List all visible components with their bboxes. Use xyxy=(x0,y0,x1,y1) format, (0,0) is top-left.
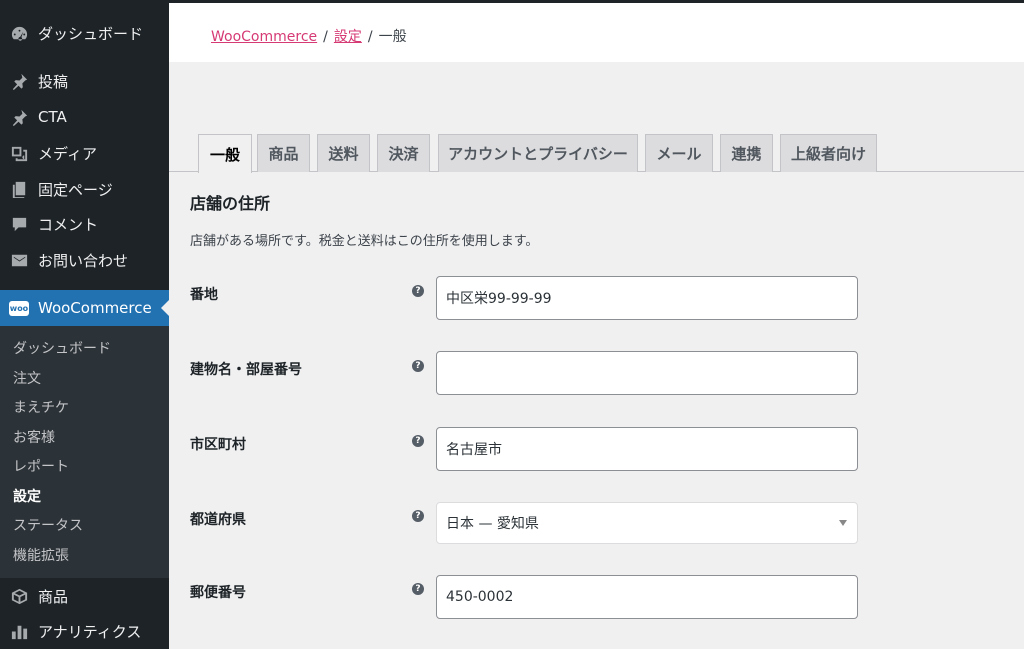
submenu-item-customers[interactable]: お客様 xyxy=(13,427,55,447)
breadcrumb-separator: / xyxy=(323,29,328,45)
section-description: 店舗がある場所です。税金と送料はこの住所を使用します。 xyxy=(190,234,539,249)
submenu-item-dashboard[interactable]: ダッシュボード xyxy=(13,338,111,358)
submenu-item-extensions[interactable]: 機能拡張 xyxy=(13,545,69,565)
menu-item-label: 投稿 xyxy=(38,72,69,91)
page-icon xyxy=(9,179,29,199)
menu-item-posts[interactable]: 投稿 xyxy=(0,63,169,99)
help-icon[interactable]: ? xyxy=(412,583,424,595)
menu-item-products[interactable]: 商品 xyxy=(0,578,169,614)
address-1-input[interactable]: 中区栄99-99-99 xyxy=(436,276,858,320)
field-label-postcode: 郵便番号 xyxy=(190,585,246,601)
help-icon[interactable]: ? xyxy=(412,360,424,372)
pin-icon xyxy=(9,71,29,91)
tab-general[interactable]: 一般 xyxy=(198,134,252,173)
address-2-input[interactable] xyxy=(436,351,858,395)
menu-item-contact[interactable]: お問い合わせ xyxy=(0,242,169,278)
breadcrumb: WooCommerce / 設定 / 一般 xyxy=(211,26,407,46)
menu-item-woocommerce[interactable]: woo WooCommerce xyxy=(0,290,169,326)
menu-item-dashboard[interactable]: ダッシュボード xyxy=(0,15,169,51)
tab-advanced[interactable]: 上級者向け xyxy=(780,134,877,172)
section-title: 店舗の住所 xyxy=(190,194,271,213)
submenu-item-status[interactable]: ステータス xyxy=(13,515,83,535)
menu-item-pages[interactable]: 固定ページ xyxy=(0,171,169,207)
help-icon[interactable]: ? xyxy=(412,285,424,297)
pin-icon xyxy=(9,107,29,127)
tab-payments[interactable]: 決済 xyxy=(377,134,430,172)
field-label-city: 市区町村 xyxy=(190,437,246,453)
tab-products[interactable]: 商品 xyxy=(257,134,310,172)
tab-emails[interactable]: メール xyxy=(645,134,713,172)
breadcrumb-settings-link[interactable]: 設定 xyxy=(334,29,362,45)
submenu-item-settings[interactable]: 設定 xyxy=(13,486,41,506)
bar-chart-icon xyxy=(9,621,29,641)
city-input[interactable]: 名古屋市 xyxy=(436,427,858,471)
submenu-item-orders[interactable]: 注文 xyxy=(13,368,41,388)
mail-icon xyxy=(9,250,29,270)
country-state-select[interactable]: 日本 — 愛知県 xyxy=(436,502,858,544)
tab-shipping[interactable]: 送料 xyxy=(317,134,370,172)
menu-item-label: コメント xyxy=(38,215,99,234)
country-state-select-value: 日本 — 愛知県 xyxy=(446,516,539,532)
menu-item-analytics[interactable]: アナリティクス xyxy=(0,613,169,649)
menu-item-cta[interactable]: CTA xyxy=(0,99,169,135)
menu-item-label: WooCommerce xyxy=(38,299,152,317)
breadcrumb-woocommerce-link[interactable]: WooCommerce xyxy=(211,29,317,45)
dashboard-icon xyxy=(9,23,29,43)
submenu-item-maeticket[interactable]: まえチケ xyxy=(13,397,69,417)
woo-icon: woo xyxy=(9,298,29,318)
menu-item-label: アナリティクス xyxy=(38,622,142,641)
menu-item-label: 商品 xyxy=(38,587,69,606)
menu-item-label: お問い合わせ xyxy=(38,251,129,270)
breadcrumb-current: 一般 xyxy=(378,29,407,45)
help-icon[interactable]: ? xyxy=(412,435,424,447)
tab-accounts-privacy[interactable]: アカウントとプライバシー xyxy=(438,134,638,172)
menu-item-label: メディア xyxy=(38,144,97,163)
field-label-state: 都道府県 xyxy=(190,512,246,528)
admin-sidebar: ダッシュボード 投稿 CTA メディア 固定ページ コメント お問い合わせ wo… xyxy=(0,0,169,649)
media-icon xyxy=(9,143,29,163)
postcode-input[interactable]: 450-0002 xyxy=(436,575,858,619)
woo-logo: woo xyxy=(9,300,29,316)
field-label-address-2: 建物名・部屋番号 xyxy=(190,362,302,378)
settings-tabs: 一般 商品 送料 決済 アカウントとプライバシー メール 連携 上級者向け xyxy=(169,134,1024,173)
dropdown-arrow-icon xyxy=(839,520,847,526)
help-icon[interactable]: ? xyxy=(412,510,424,522)
menu-item-label: CTA xyxy=(38,108,67,126)
submenu-item-reports[interactable]: レポート xyxy=(13,456,69,476)
menu-item-label: ダッシュボード xyxy=(38,24,144,43)
page-header: WooCommerce / 設定 / 一般 xyxy=(169,0,1024,62)
tab-integration[interactable]: 連携 xyxy=(720,134,773,172)
box-icon xyxy=(9,586,29,606)
menu-item-media[interactable]: メディア xyxy=(0,135,169,171)
comment-icon xyxy=(9,214,29,234)
menu-item-comments[interactable]: コメント xyxy=(0,206,169,242)
menu-item-label: 固定ページ xyxy=(38,180,113,199)
breadcrumb-separator: / xyxy=(367,29,373,45)
woocommerce-submenu: ダッシュボード 注文 まえチケ お客様 レポート 設定 ステータス 機能拡張 xyxy=(0,326,169,578)
field-label-address-1: 番地 xyxy=(190,287,218,303)
